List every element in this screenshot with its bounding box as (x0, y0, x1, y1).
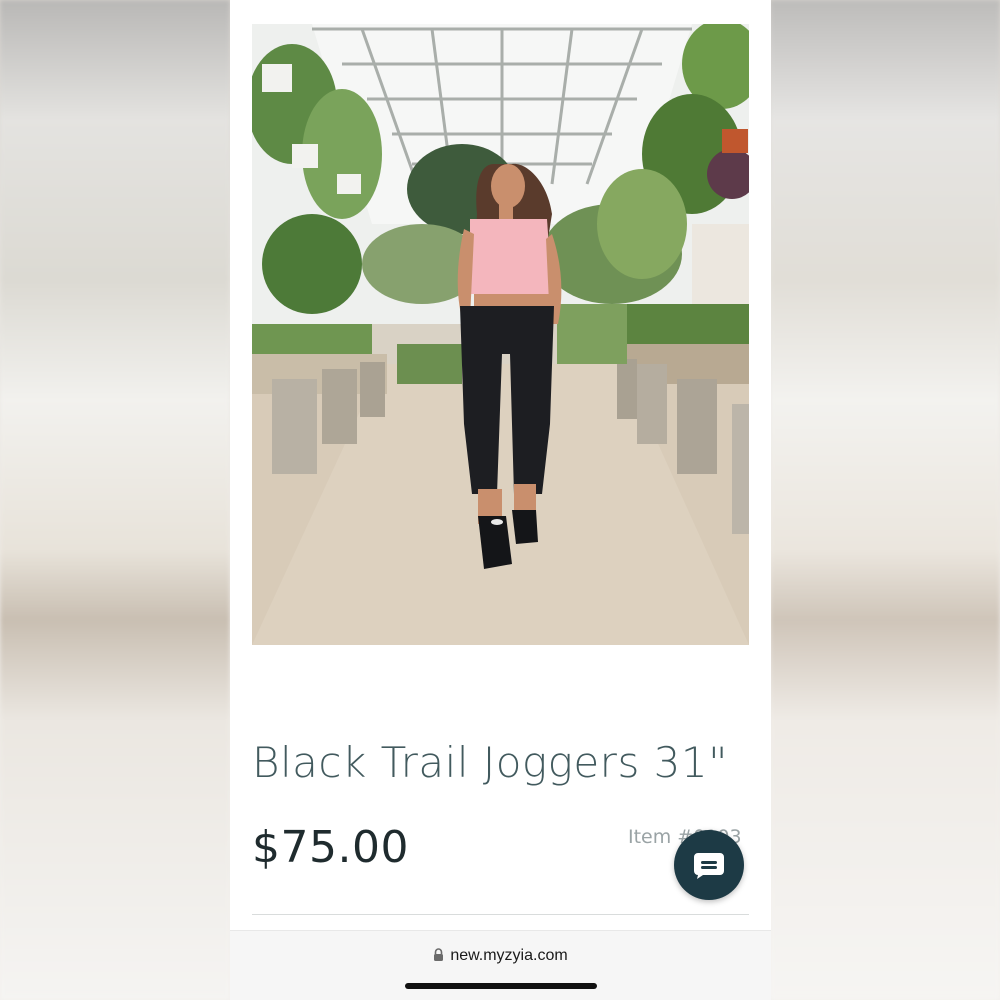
browser-address-bar[interactable]: new.myzyia.com (230, 930, 771, 1000)
blurred-backdrop-left (0, 0, 230, 1000)
product-image[interactable] (252, 24, 749, 645)
chat-bubble-icon (694, 853, 724, 879)
lock-icon (433, 948, 444, 966)
product-title: Black Trail Joggers 31" (252, 738, 728, 787)
product-price: $75.00 (252, 822, 409, 873)
url-text: new.myzyia.com (450, 947, 568, 964)
chat-button[interactable] (674, 830, 744, 900)
url-display[interactable]: new.myzyia.com (230, 947, 771, 966)
blurred-backdrop-right (770, 0, 1000, 1000)
home-indicator[interactable] (405, 983, 597, 989)
phone-screen: Black Trail Joggers 31" $75.00 Item #010… (230, 0, 771, 1000)
divider (252, 914, 749, 915)
